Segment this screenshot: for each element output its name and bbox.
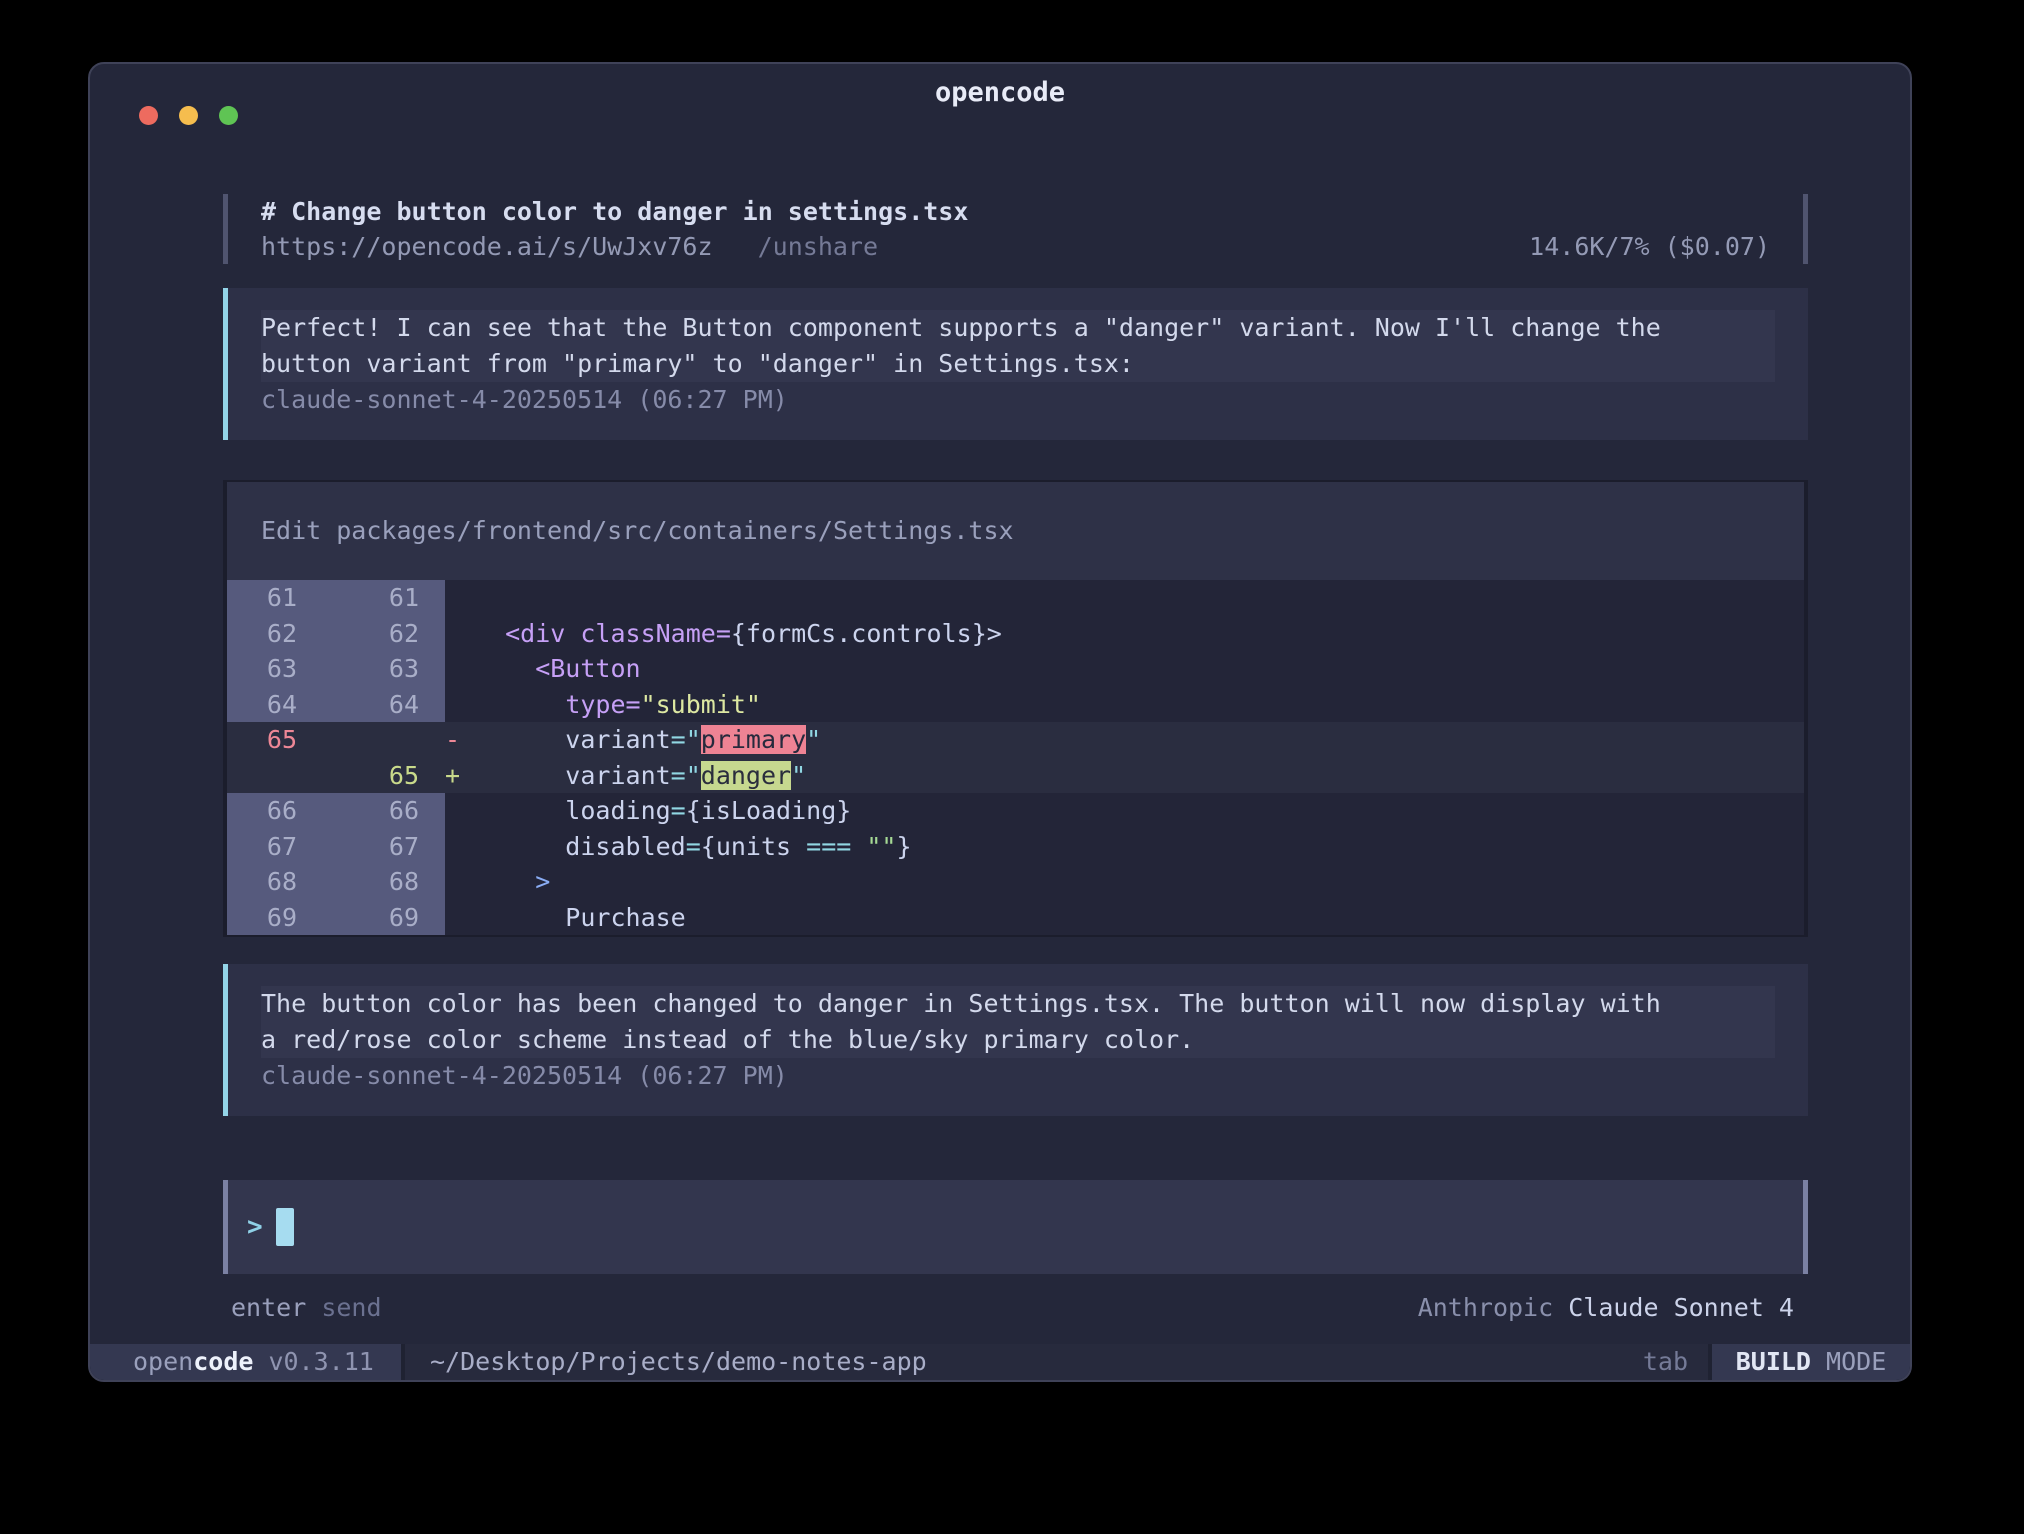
context-stats: 14.6K/7% ($0.07): [1529, 229, 1770, 264]
mode-secondary: MODE: [1811, 1347, 1886, 1376]
old-line-number: 68: [227, 864, 323, 900]
app-version: v0.3.11: [268, 1347, 373, 1376]
tab-key-hint: tab: [1643, 1344, 1688, 1380]
mode-primary: BUILD: [1736, 1347, 1811, 1376]
diff-row: 6262 <div className={formCs.controls}>: [227, 616, 1804, 652]
diff-row: 6464 type="submit": [227, 687, 1804, 723]
window-title: opencode: [90, 64, 1910, 122]
working-directory: ~/Desktop/Projects/demo-notes-app: [430, 1344, 927, 1380]
code-line: loading={isLoading}: [475, 793, 1804, 829]
old-line-number: 69: [227, 900, 323, 936]
new-line-number: [323, 722, 445, 758]
code-line: variant="danger": [475, 758, 1804, 794]
message-text: The button color has been changed to dan…: [261, 986, 1775, 1058]
share-url-group: https://opencode.ai/s/UwJxv76z /unshare: [261, 229, 878, 264]
session-header: # Change button color to danger in setti…: [223, 194, 1808, 264]
diff-view: 61616262 <div className={formCs.controls…: [227, 580, 1804, 935]
code-line: type="submit": [475, 687, 1804, 723]
message-meta: claude-sonnet-4-20250514 (06:27 PM): [261, 1058, 1775, 1094]
diff-sign: [445, 687, 475, 723]
message-meta: claude-sonnet-4-20250514 (06:27 PM): [261, 382, 1775, 418]
new-line-number: 63: [323, 651, 445, 687]
assistant-message: The button color has been changed to dan…: [223, 964, 1808, 1116]
mode-indicator[interactable]: BUILD MODE: [1708, 1344, 1910, 1380]
code-line: <div className={formCs.controls}>: [475, 616, 1804, 652]
code-line: Purchase: [475, 900, 1804, 936]
code-line: disabled={units === ""}: [475, 829, 1804, 865]
diff-sign: [445, 580, 475, 616]
new-line-number: 62: [323, 616, 445, 652]
send-action-label: send: [321, 1293, 381, 1322]
diff-row: 6666 loading={isLoading}: [227, 793, 1804, 829]
model-info: Anthropic Claude Sonnet 4: [1418, 1290, 1794, 1326]
old-line-number: 67: [227, 829, 323, 865]
prompt-symbol: >: [247, 1212, 263, 1242]
enter-key-label: enter: [231, 1293, 306, 1322]
diff-row: 65+ variant="danger": [227, 758, 1804, 794]
footer-hints: enter send Anthropic Claude Sonnet 4: [223, 1290, 1808, 1326]
code-line: <Button: [475, 651, 1804, 687]
new-line-number: 64: [323, 687, 445, 723]
diff-row: 6161: [227, 580, 1804, 616]
unshare-hint: /unshare: [758, 232, 878, 261]
new-line-number: 67: [323, 829, 445, 865]
share-url[interactable]: https://opencode.ai/s/UwJxv76z: [261, 232, 713, 261]
session-subheader: https://opencode.ai/s/UwJxv76z /unshare …: [261, 229, 1770, 264]
working-directory-segment: ~/Desktop/Projects/demo-notes-app tab: [405, 1344, 1708, 1380]
assistant-message: Perfect! I can see that the Button compo…: [223, 288, 1808, 440]
diff-sign: [445, 900, 475, 936]
edit-tool-card: Edit packages/frontend/src/containers/Se…: [223, 480, 1808, 937]
status-bar: opencode v0.3.11 ~/Desktop/Projects/demo-…: [90, 1344, 1910, 1380]
diff-sign: [445, 616, 475, 652]
old-line-number: 63: [227, 651, 323, 687]
old-line-number: 64: [227, 687, 323, 723]
old-line-number: 66: [227, 793, 323, 829]
model-label: Claude Sonnet 4: [1568, 1293, 1794, 1322]
new-line-number: 69: [323, 900, 445, 936]
old-line-number: 62: [227, 616, 323, 652]
new-line-number: 65: [323, 758, 445, 794]
provider-label: Anthropic: [1418, 1293, 1553, 1322]
app-name-segment: opencode v0.3.11: [90, 1344, 405, 1380]
diff-row: 65 - variant="primary": [227, 722, 1804, 758]
diff-sign: +: [445, 758, 475, 794]
app-name-open: open: [133, 1347, 193, 1376]
session-title: # Change button color to danger in setti…: [261, 194, 1770, 229]
edit-tool-title: Edit packages/frontend/src/containers/Se…: [227, 482, 1804, 580]
titlebar: opencode: [90, 64, 1910, 122]
opencode-window: opencode # Change button color to danger…: [88, 62, 1912, 1382]
diff-sign: [445, 864, 475, 900]
app-name-code: code: [193, 1347, 253, 1376]
code-line: [475, 580, 1804, 616]
new-line-number: 68: [323, 864, 445, 900]
message-text: Perfect! I can see that the Button compo…: [261, 310, 1775, 382]
new-line-number: 61: [323, 580, 445, 616]
diff-row: 6868 >: [227, 864, 1804, 900]
diff-sign: [445, 793, 475, 829]
diff-row: 6969 Purchase: [227, 900, 1804, 936]
new-line-number: 66: [323, 793, 445, 829]
old-line-number: [227, 758, 323, 794]
old-line-number: 61: [227, 580, 323, 616]
old-line-number: 65: [227, 722, 323, 758]
enter-hint: enter send: [231, 1290, 382, 1326]
diff-sign: -: [445, 722, 475, 758]
text-cursor: [276, 1208, 294, 1246]
diff-row: 6767 disabled={units === ""}: [227, 829, 1804, 865]
diff-row: 6363 <Button: [227, 651, 1804, 687]
diff-sign: [445, 829, 475, 865]
prompt-input[interactable]: >: [223, 1180, 1808, 1274]
code-line: >: [475, 864, 1804, 900]
code-line: variant="primary": [475, 722, 1804, 758]
diff-sign: [445, 651, 475, 687]
